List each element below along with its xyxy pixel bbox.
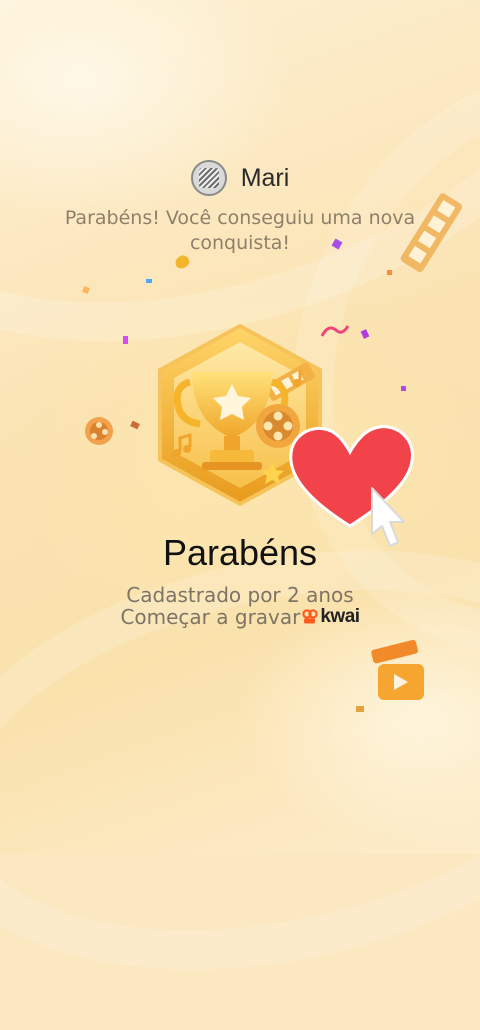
- achievement-subtitle: Parabéns! Você conseguiu uma nova conqui…: [64, 207, 416, 254]
- avatar-icon[interactable]: [190, 160, 227, 196]
- username: Mari: [240, 163, 290, 192]
- kwai-brand-text: kwai: [320, 606, 360, 627]
- start-recording-label: Começar a gravar: [120, 605, 301, 629]
- achievement-description: Cadastrado por 2 anos: [126, 583, 354, 607]
- achievement-title: Parabéns: [162, 532, 318, 573]
- start-recording-link[interactable]: Começar a gravar kwai: [0, 605, 480, 629]
- kwai-logo-icon: kwai: [302, 606, 360, 628]
- user-header: Mari: [0, 160, 480, 196]
